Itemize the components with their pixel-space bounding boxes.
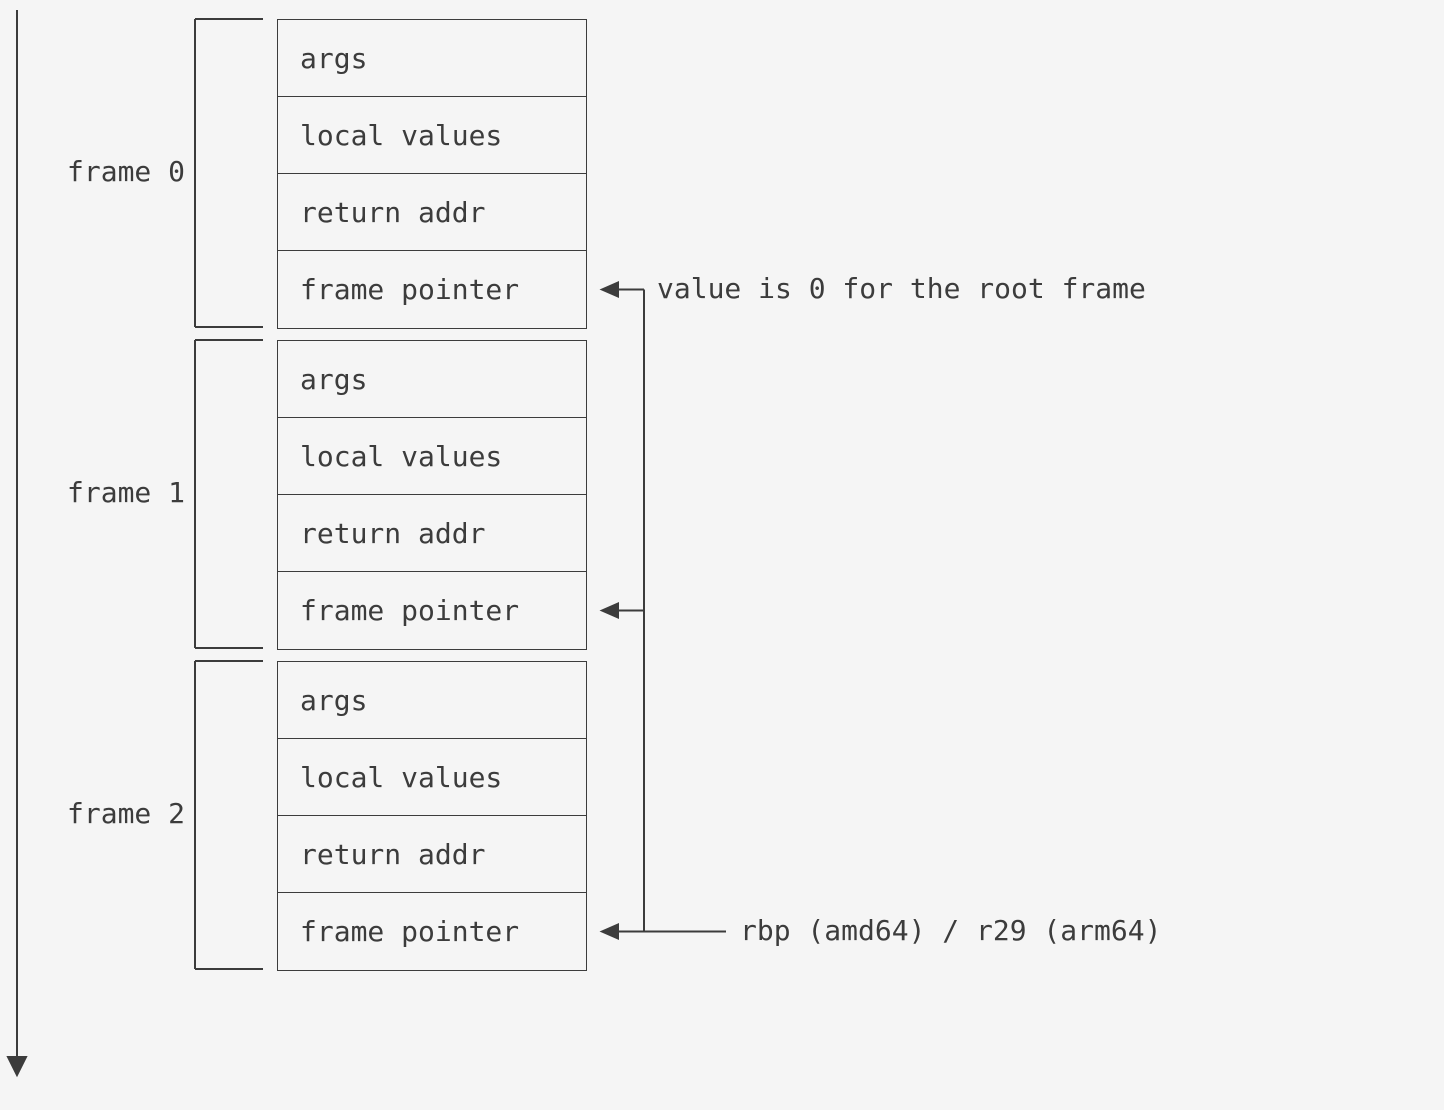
frame-label-0: frame 0 bbox=[67, 155, 185, 188]
frame-2-slot-0: args bbox=[277, 661, 587, 740]
frame-0-slot-1: local values bbox=[277, 96, 587, 175]
frame-1-slot-0: args bbox=[277, 340, 587, 419]
diagram-svg bbox=[0, 0, 1444, 1110]
frame-label-2: frame 2 bbox=[67, 797, 185, 830]
frame-0-slot-0: args bbox=[277, 19, 587, 98]
frame-1-slot-3: frame pointer bbox=[277, 571, 587, 650]
frame-0-slot-3: frame pointer bbox=[277, 250, 587, 329]
stack-diagram: argslocal valuesreturn addrframe pointer… bbox=[0, 0, 1444, 1110]
register-frame-pointer-note: rbp (amd64) / r29 (arm64) bbox=[740, 914, 1161, 947]
frame-2-slot-2: return addr bbox=[277, 815, 587, 894]
frame-label-1: frame 1 bbox=[67, 476, 185, 509]
frame-1-slot-2: return addr bbox=[277, 494, 587, 573]
frame-2-slot-1: local values bbox=[277, 738, 587, 817]
root-frame-pointer-note: value is 0 for the root frame bbox=[657, 272, 1146, 305]
frame-2-slot-3: frame pointer bbox=[277, 892, 587, 971]
frame-0-slot-2: return addr bbox=[277, 173, 587, 252]
frame-1-slot-1: local values bbox=[277, 417, 587, 496]
